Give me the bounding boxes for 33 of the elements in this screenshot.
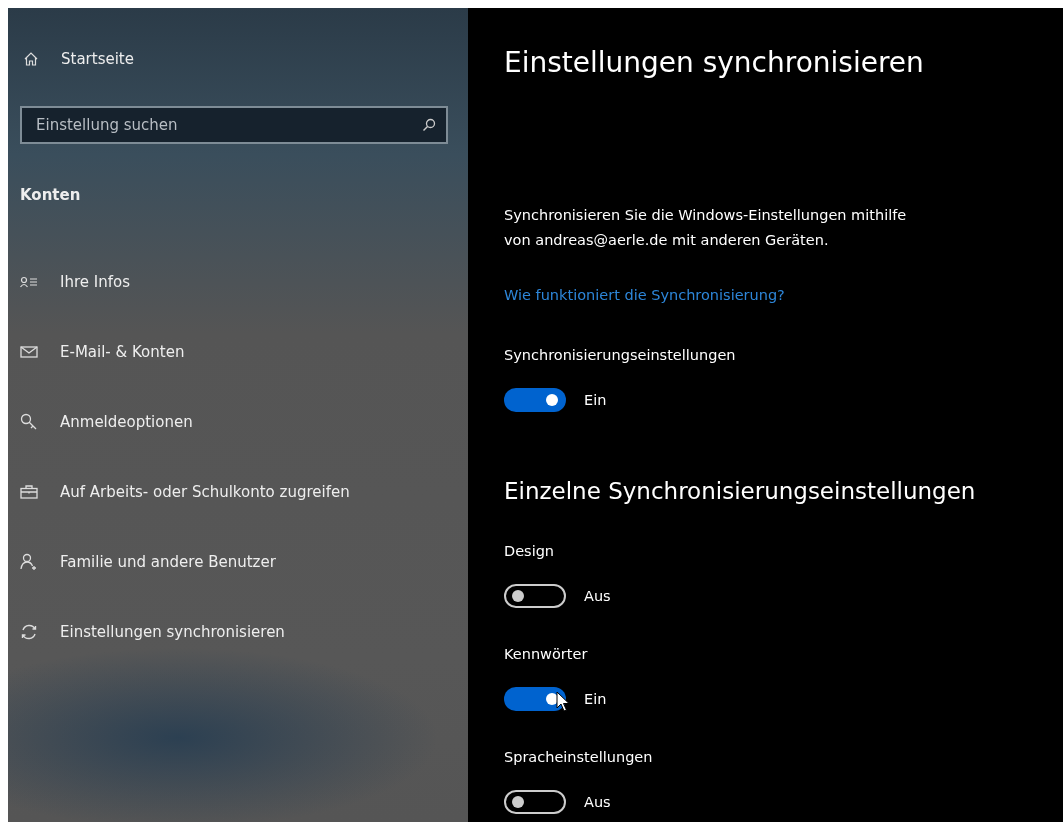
toggle-state-label: Aus bbox=[584, 588, 611, 604]
toggle-state-label: Ein bbox=[584, 392, 607, 408]
nav-item[interactable]: Anmeldeoptionen bbox=[20, 410, 468, 434]
toggle-state-label: Ein bbox=[584, 691, 607, 707]
search-icon bbox=[422, 118, 436, 132]
section-heading: Einzelne Synchronisierungseinstellungen bbox=[504, 478, 977, 504]
section-heading: Konten bbox=[20, 186, 82, 204]
nav-item[interactable]: Einstellungen synchronisieren bbox=[20, 620, 468, 644]
mail-icon bbox=[20, 345, 38, 359]
setting-label: Spracheinstellungen bbox=[504, 749, 654, 765]
setting-label: Synchronisierungseinstellungen bbox=[504, 347, 737, 363]
home-link[interactable]: Startseite bbox=[20, 50, 468, 68]
nav-item[interactable]: Auf Arbeits- oder Schulkonto zugreifen bbox=[20, 480, 468, 504]
toggle-switch[interactable] bbox=[504, 687, 566, 711]
briefcase-icon bbox=[20, 485, 38, 499]
person-plus-icon bbox=[20, 553, 38, 571]
page-title: Einstellungen synchronisieren bbox=[504, 46, 925, 79]
search-field[interactable]: Einstellung suchen bbox=[20, 106, 448, 144]
description-text: Synchronisieren Sie die Windows-Einstellungen mithilfe von andreas@aerle.de mit anderen Geräten. bbox=[504, 206, 908, 250]
toggle-switch[interactable] bbox=[504, 388, 566, 412]
setting-label: Kennwörter bbox=[504, 646, 589, 662]
toggle-switch[interactable] bbox=[504, 584, 566, 608]
help-link[interactable]: Wie funktioniert die Synchronisierung? bbox=[504, 287, 785, 303]
nav-item[interactable]: E-Mail- & Konten bbox=[20, 340, 468, 364]
key-icon bbox=[20, 413, 38, 431]
home-icon bbox=[23, 51, 39, 67]
nav-item[interactable]: Familie und andere Benutzer bbox=[20, 550, 468, 574]
sync-icon bbox=[20, 623, 38, 641]
setting-label: Design bbox=[504, 543, 556, 559]
toggle-state-label: Aus bbox=[584, 794, 611, 810]
person-list-icon bbox=[20, 275, 38, 289]
nav-item[interactable]: Ihre Infos bbox=[20, 270, 468, 294]
toggle-switch[interactable] bbox=[504, 790, 566, 814]
